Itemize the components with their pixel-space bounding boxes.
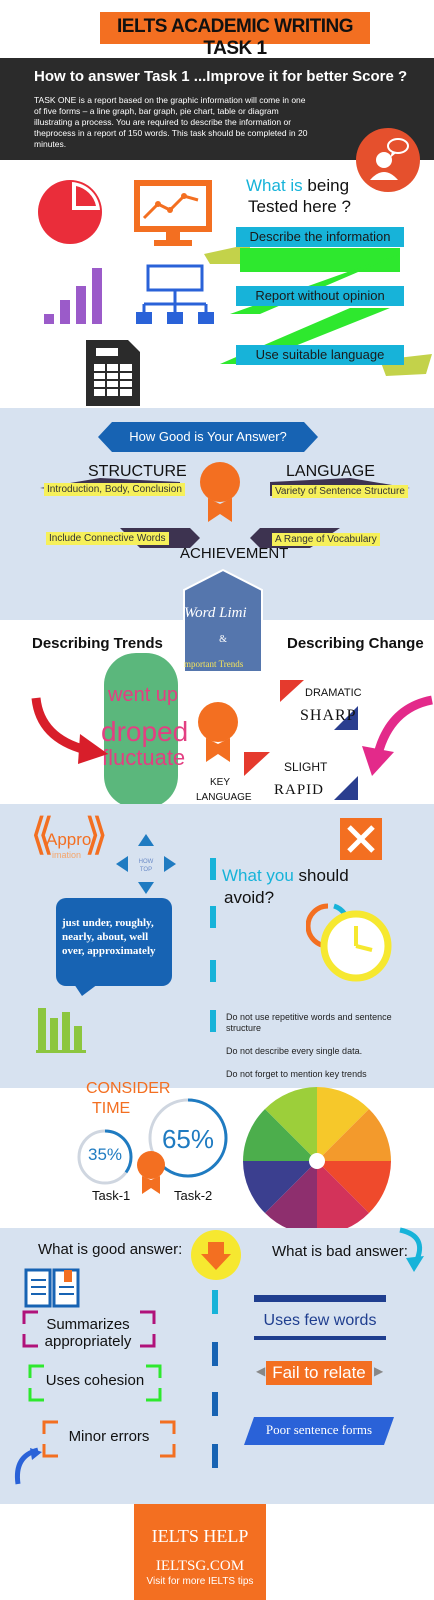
open-book-icon [24,1268,80,1315]
approx-subtitle: imation [52,850,82,860]
good-item-errors: Minor errors [68,1428,150,1445]
bad-item-1-rule-bottom [254,1336,386,1340]
divider-dash-2 [210,906,216,928]
good-item-summarizes: Summarizes appropriately [44,1316,132,1350]
task1-percent: 35% [87,1145,123,1164]
divider-dash-3 [210,960,216,982]
time-badge-icon [136,1150,166,1201]
tested-item-language: Use suitable language [236,345,404,365]
avoid-item-3: Do not forget to mention key trends [226,1069,367,1079]
pie-chart-icon [36,178,104,251]
arrow-right-icon: ▶ [374,1364,384,1378]
achievement-label: ACHIEVEMENT [180,545,289,562]
structure-item-2: Include Connective Words [46,532,169,545]
arrow-left-icon: ◀ [256,1364,266,1378]
avoid-title-highlight: What you [222,866,294,885]
achievement-badge-icon [198,460,242,529]
tested-title-line2: Tested here ? [248,197,352,216]
answers-divider-3 [212,1392,218,1416]
change-word-sharp: SHARP [300,707,357,724]
speech-person-icon [356,128,420,192]
refresh-clock-icon [305,898,396,987]
task2-label: Task-2 [174,1188,213,1203]
bar-graph-icon [44,266,106,331]
bad-item-poor-forms: Poor sentence forms [265,1422,373,1437]
task1-label: Task-1 [92,1188,131,1203]
table-document-icon [84,338,142,413]
curved-arrow-icon [399,1227,424,1272]
answers-divider-2 [212,1342,218,1366]
language-item-1: Variety of Sentence Structure [272,485,408,498]
bad-answer-title: What is bad answer: [272,1243,408,1260]
tested-title-rest: being [307,176,350,195]
bad-item-few-words: Uses few words [263,1312,377,1329]
main-title: IELTS ACADEMIC WRITING TASK 1 [117,16,353,59]
down-arrow-icon [191,1230,241,1280]
tested-item-report: Report without opinion [236,286,404,306]
pentagon-word-limit: Word Limi [184,605,247,621]
divider-dash-1 [210,858,216,880]
color-wheel-icon [243,1087,391,1235]
how-good-banner: How Good is Your Answer? [129,429,287,444]
pentagon-amp: & [219,634,227,645]
divider-dash-4 [210,1010,216,1032]
trend-word-droped: droped [101,716,189,747]
footer-site: IELTSG.COM [155,1558,245,1574]
bad-item-1-rule-top [254,1295,386,1302]
bar-chart-small-icon [36,998,88,1059]
pentagon-trends: mportant Trends [184,659,244,669]
footer-tagline: Visit for more IELTS tips [146,1576,254,1587]
bubble-tail [74,984,98,996]
good-item-cohesion: Uses cohesion [45,1372,145,1389]
footer-title: IELTS HELP [151,1526,249,1546]
change-heading: Describing Change [287,635,424,652]
structure-item-1: Introduction, Body, Conclusion [44,483,185,496]
key-label: KEY [210,777,231,788]
trends-heading: Describing Trends [32,635,163,652]
close-x-icon [340,818,382,860]
how-top-label: HOW TOP [138,859,154,873]
approx-bracket-right: ⟫ [84,810,109,859]
tested-item-describe: Describe the information [236,227,404,247]
avoid-item-1: Do not use repetitive words and sentence… [226,1012,392,1033]
answers-divider-4 [212,1444,218,1468]
pink-arrow-icon [362,695,433,776]
trend-word-went-up: went up [108,684,179,706]
good-answer-title: What is good answer: [38,1241,183,1258]
avoid-title-line2: avoid? [224,888,275,907]
avoid-item-2: Do not describe every single data. [226,1046,363,1056]
intro-text: TASK ONE is a report based on the graphi… [34,95,308,149]
answers-divider-1 [212,1290,218,1314]
consider-title-2: TIME [92,1100,131,1117]
intro-subtitle: How to answer Task 1 ...Improve it for b… [34,68,408,85]
key-language-badge-icon [196,700,240,769]
avoid-title-rest: should [298,866,349,885]
trend-word-fluctuate: fluctuate [102,745,186,770]
blue-curved-arrow-icon [14,1447,42,1485]
change-word-rapid: RAPID [274,782,325,798]
diagram-icon [134,264,216,331]
red-arrow-icon [31,697,108,764]
tested-title-line1: What is being [246,176,349,196]
change-word-slight: SLIGHT [284,760,328,774]
avoid-title-line1: What you should [222,866,349,886]
tested-title-highlight: What is [246,176,303,195]
bad-item-fail: Fail to relate [272,1363,366,1382]
approx-words-text: just under, roughly, nearly, about, well… [62,917,156,957]
